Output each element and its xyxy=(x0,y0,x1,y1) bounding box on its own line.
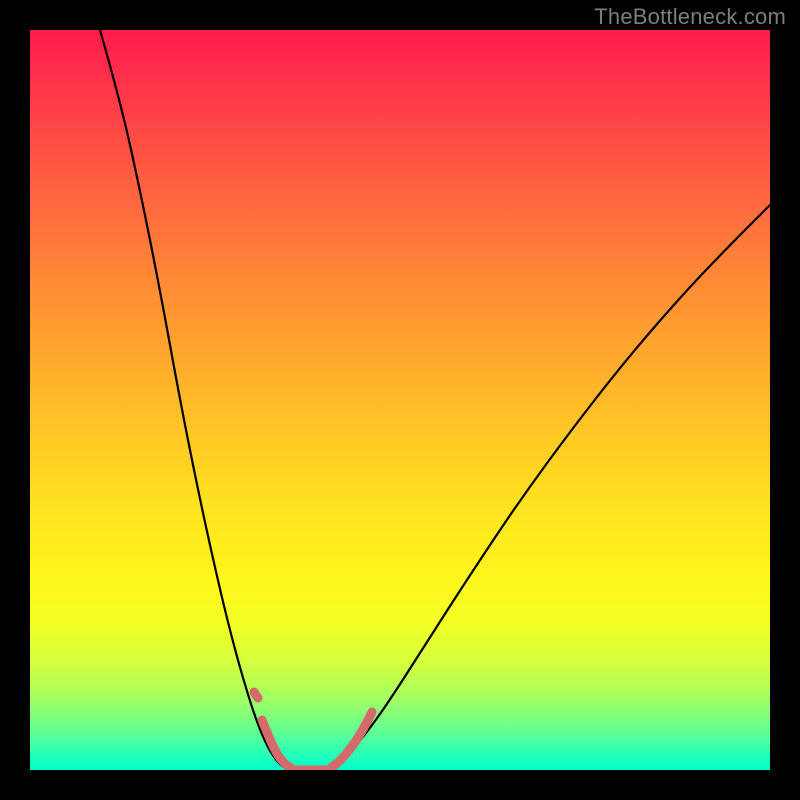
series-pink-left-accent xyxy=(254,692,258,698)
watermark-text: TheBottleneck.com xyxy=(594,4,786,30)
series-pink-right-run xyxy=(328,712,372,770)
series-left-branch xyxy=(100,30,288,770)
plot-area xyxy=(30,30,770,770)
chart-frame: TheBottleneck.com xyxy=(0,0,800,800)
curve-layer xyxy=(30,30,770,770)
series-right-branch xyxy=(330,205,770,770)
